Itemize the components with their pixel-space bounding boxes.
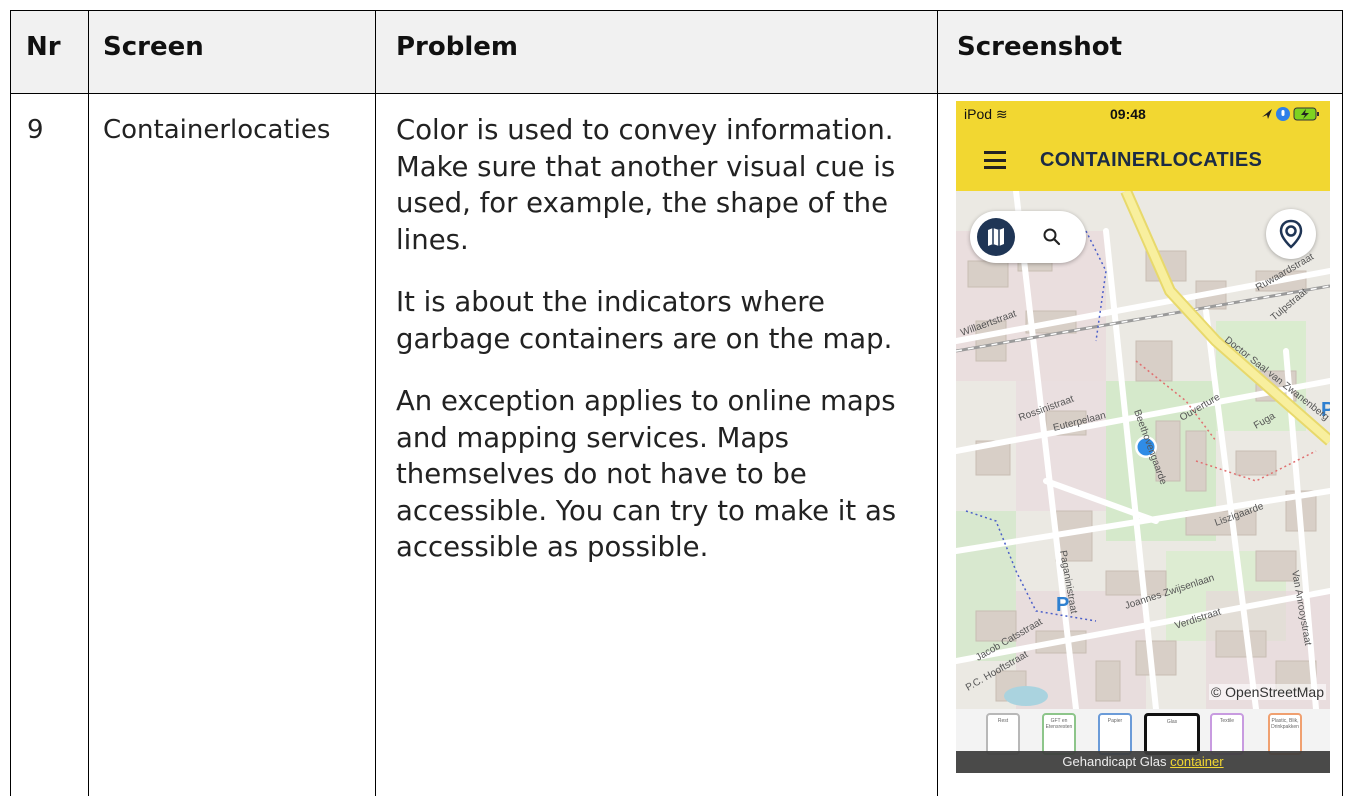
caption-link[interactable]: container xyxy=(1170,754,1223,769)
category-textile[interactable]: Textile xyxy=(1210,713,1244,755)
status-icons xyxy=(1258,105,1322,126)
map-view[interactable]: P P Euterpelaan Rossinistraat Beethoveng… xyxy=(956,188,1330,712)
caption-text: Gehandicapt Glas xyxy=(1062,754,1167,769)
problem-paragraph-2: It is about the indicators where garbage… xyxy=(396,286,893,355)
row-problem: Color is used to convey information. Mak… xyxy=(396,112,916,592)
table-border-header xyxy=(10,93,1343,94)
category-glas[interactable]: Glas xyxy=(1144,713,1200,755)
wifi-icon: ≋ xyxy=(995,106,1008,122)
app-bar: CONTAINERLOCATIES xyxy=(956,129,1330,191)
status-time: 09:48 xyxy=(1110,106,1146,122)
location-pin-button[interactable] xyxy=(1266,209,1316,259)
header-nr: Nr xyxy=(26,32,61,62)
location-arrow-icon xyxy=(1262,109,1272,119)
map-view-button[interactable] xyxy=(977,218,1015,256)
page-title: CONTAINERLOCATIES xyxy=(1040,149,1263,171)
selection-caption: Gehandicapt Glas container xyxy=(956,751,1330,773)
header-screenshot: Screenshot xyxy=(957,32,1123,62)
category-papier[interactable]: Papier xyxy=(1098,713,1132,755)
map-icon xyxy=(988,228,1004,246)
table-border-top xyxy=(10,10,1343,11)
header-screen: Screen xyxy=(103,32,204,62)
table-border-col3 xyxy=(937,10,938,796)
map-tiles: P P Euterpelaan Rossinistraat Beethoveng… xyxy=(956,188,1330,712)
category-rest[interactable]: Rest xyxy=(986,713,1020,755)
status-carrier: iPod ≋ xyxy=(964,106,1008,122)
table-border-col1 xyxy=(88,10,89,796)
search-icon[interactable] xyxy=(1040,225,1064,249)
hamburger-menu-icon[interactable] xyxy=(984,151,1006,169)
map-attribution[interactable]: © OpenStreetMap xyxy=(1208,684,1326,700)
category-gft[interactable]: GFT en Etensresten xyxy=(1042,713,1076,755)
row-nr: 9 xyxy=(27,115,44,145)
table-border-col4 xyxy=(1342,10,1343,796)
status-bar: iPod ≋ 09:48 xyxy=(956,101,1330,129)
problem-paragraph-1: Color is used to convey information. Mak… xyxy=(396,114,896,256)
location-pin-icon xyxy=(1279,219,1303,249)
problem-paragraph-3: An exception applies to online maps and … xyxy=(396,385,897,563)
table-border-col2 xyxy=(375,10,376,796)
table-border-col0 xyxy=(10,10,11,796)
table-header-background xyxy=(10,11,1342,93)
category-plastic[interactable]: Plastic, Blik, Drinkpakken xyxy=(1268,713,1302,755)
row-screen: Containerlocaties xyxy=(103,115,331,145)
map-search-toggle xyxy=(970,211,1086,263)
header-problem: Problem xyxy=(396,32,518,62)
app-screenshot: P P Euterpelaan Rossinistraat Beethoveng… xyxy=(956,101,1330,773)
